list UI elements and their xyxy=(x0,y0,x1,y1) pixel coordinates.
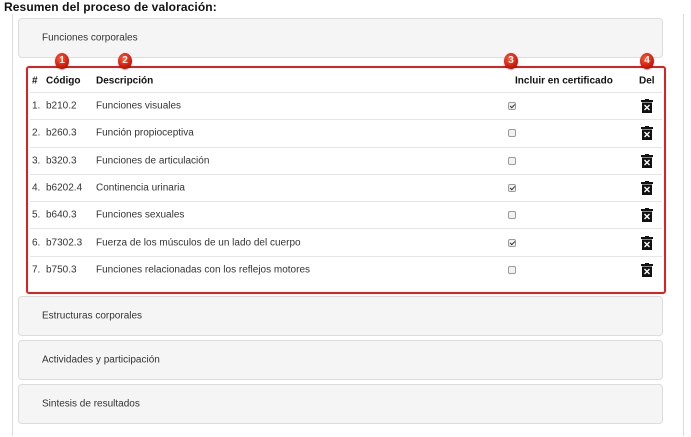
table-row: 6. b7302.3 Fuerza de los músculos de un la… xyxy=(30,228,662,255)
trash-icon[interactable] xyxy=(641,181,653,196)
page-title: Resumen del proceso de valoración: xyxy=(4,0,217,14)
row-description: Función propioceptiva xyxy=(96,127,194,139)
trash-icon[interactable] xyxy=(641,153,653,168)
header-description: Descripción xyxy=(96,75,154,87)
row-description: Funciones de articulación xyxy=(96,155,210,167)
row-number: 7. xyxy=(32,264,41,276)
trash-icon[interactable] xyxy=(641,126,653,141)
row-code: b640.3 xyxy=(46,209,77,221)
include-certificate-checkbox[interactable] xyxy=(508,211,516,220)
include-certificate-checkbox[interactable] xyxy=(508,265,516,274)
header-num: # xyxy=(32,75,38,87)
panel-sintesis-resultados[interactable]: Sintesis de resultados xyxy=(18,384,663,424)
panel-title: Actividades y participación xyxy=(42,354,160,366)
marker-2: 2 xyxy=(118,53,132,69)
panel-estructuras-corporales[interactable]: Estructuras corporales xyxy=(18,296,663,336)
codes-table: # Código Descripción Incluir en certific… xyxy=(30,70,662,283)
row-code: b6202.4 xyxy=(46,182,83,194)
row-code: b320.3 xyxy=(46,155,77,167)
table-row: 7. b750.3 Funciones relacionadas con los r… xyxy=(30,255,662,283)
panel-title: Funciones corporales xyxy=(42,32,138,44)
row-number: 1. xyxy=(32,100,41,112)
trash-icon[interactable] xyxy=(641,99,653,114)
panel-title: Estructuras corporales xyxy=(42,310,143,322)
row-description: Funciones visuales xyxy=(96,100,182,112)
row-description: Funciones relacionadas con los reflejos … xyxy=(96,264,310,276)
trash-icon[interactable] xyxy=(641,262,653,277)
header-del: Del xyxy=(639,75,655,87)
header-include-cert: Incluir en certificado xyxy=(515,75,613,87)
include-certificate-checkbox[interactable] xyxy=(508,156,516,165)
row-description: Fuerza de los músculos de un lado del cu… xyxy=(96,237,301,249)
table-row: 2. b260.3 Función propioceptiva xyxy=(30,119,662,146)
row-number: 4. xyxy=(32,182,41,194)
row-number: 6. xyxy=(32,237,41,249)
include-certificate-checkbox[interactable] xyxy=(508,238,516,247)
row-number: 5. xyxy=(32,209,41,221)
table-header: # Código Descripción Incluir en certific… xyxy=(30,70,662,92)
include-certificate-checkbox[interactable] xyxy=(508,184,516,193)
table-row: 5. b640.3 Funciones sexuales xyxy=(30,201,662,228)
header-code: Código xyxy=(46,75,81,87)
marker-1: 1 xyxy=(55,53,69,69)
include-certificate-checkbox[interactable] xyxy=(508,102,516,111)
row-code: b210.2 xyxy=(46,100,77,112)
panel-funciones-corporales[interactable]: Funciones corporales xyxy=(18,18,663,58)
table-row: 1. b210.2 Funciones visuales xyxy=(30,92,662,119)
row-code: b260.3 xyxy=(46,127,77,139)
table-row: 4. b6202.4 Continencia urinaria xyxy=(30,173,662,201)
row-code: b7302.3 xyxy=(46,237,83,249)
trash-icon[interactable] xyxy=(641,208,653,223)
panel-actividades-participacion[interactable]: Actividades y participación xyxy=(18,340,663,380)
row-description: Continencia urinaria xyxy=(96,182,185,194)
row-code: b750.3 xyxy=(46,264,77,276)
table-row: 3. b320.3 Funciones de articulación xyxy=(30,146,662,174)
trash-icon[interactable] xyxy=(641,235,653,250)
row-number: 3. xyxy=(32,155,41,167)
marker-4: 4 xyxy=(640,53,654,69)
row-description: Funciones sexuales xyxy=(96,209,185,221)
panel-title: Sintesis de resultados xyxy=(42,398,140,410)
row-number: 2. xyxy=(32,127,41,139)
marker-3: 3 xyxy=(504,53,518,69)
include-certificate-checkbox[interactable] xyxy=(508,129,516,138)
